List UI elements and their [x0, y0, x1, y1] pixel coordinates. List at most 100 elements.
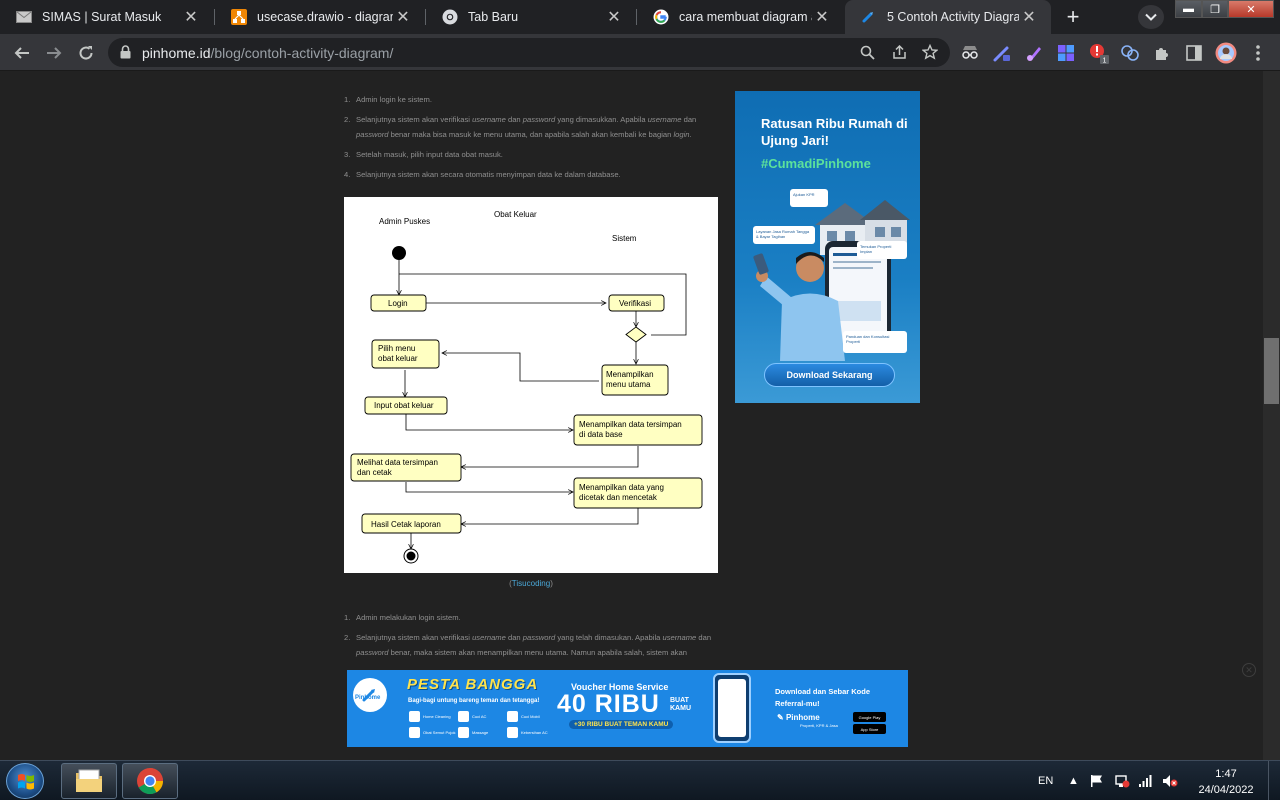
label-menampilkan-cetak-2: dicetak dan mencetak [579, 493, 658, 502]
label-hasil-cetak: Hasil Cetak laporan [371, 520, 441, 529]
extension-capture-icon[interactable] [1021, 40, 1047, 66]
service-item: Obat Semut Pojok [409, 724, 458, 740]
service-item: Cuci Mobil [507, 708, 556, 724]
close-icon[interactable]: ✕ [604, 7, 624, 27]
taskbar-chrome[interactable] [122, 763, 178, 799]
mail-icon [16, 9, 32, 25]
volume-muted-icon[interactable] [1162, 761, 1178, 800]
extension-translate-icon[interactable] [1117, 40, 1143, 66]
label-menampilkan-data-2: di data base [579, 430, 623, 439]
action-center-flag-icon[interactable] [1090, 761, 1104, 800]
address-bar[interactable]: pinhome.id/blog/contoh-activity-diagram/ [108, 38, 950, 67]
tab-google-search[interactable]: cara membuat diagram acti ✕ [637, 0, 844, 34]
side-ad-hashtag: #CumadiPinhome [761, 156, 871, 171]
label-menampilkan-cetak-1: Menampilkan data yang [579, 483, 664, 492]
app-store-badge[interactable]: App Store [853, 724, 886, 734]
side-ad-card-panduan: Panduan dan Konsultasi Properti [843, 331, 907, 353]
page-scrollbar[interactable] [1263, 71, 1280, 760]
label-login: Login [388, 299, 408, 308]
forward-button[interactable] [41, 40, 67, 66]
google-play-badge[interactable]: Google Play [853, 712, 886, 722]
banner-tagline: Bagi-bagi untung bareng teman dan tetang… [408, 698, 540, 704]
network-warning-icon[interactable] [1114, 761, 1130, 800]
tab-new[interactable]: Tab Baru ✕ [426, 0, 636, 34]
extension-pen-icon[interactable] [989, 40, 1015, 66]
close-icon[interactable]: ✕ [393, 7, 413, 27]
tab-drawio[interactable]: usecase.drawio - diagrams.n ✕ [215, 0, 425, 34]
side-ad-headline: Ratusan Ribu Rumah di Ujung Jari! [761, 116, 908, 148]
list-number: 1. [344, 613, 351, 622]
bookmark-star-icon[interactable] [919, 41, 941, 63]
signal-icon[interactable] [1138, 761, 1152, 800]
back-button[interactable] [9, 40, 35, 66]
show-hidden-icons-button[interactable]: ▲ [1068, 761, 1079, 800]
label-pilih-menu-2: obat keluar [378, 354, 418, 363]
label-menampilkan-menu-1: Menampilkan [606, 370, 654, 379]
side-panel-icon[interactable] [1181, 40, 1207, 66]
start-button[interactable] [6, 763, 44, 799]
tab-search-button[interactable] [1138, 5, 1164, 29]
zoom-icon[interactable] [856, 41, 878, 63]
tab-title: cara membuat diagram acti [679, 10, 812, 24]
show-desktop-button[interactable] [1268, 761, 1280, 800]
list-text: . [689, 130, 692, 139]
download-now-button[interactable]: Download Sekarang [764, 363, 895, 387]
language-indicator[interactable]: EN [1038, 761, 1053, 800]
close-icon[interactable]: ✕ [1019, 7, 1039, 27]
caption-link[interactable]: Tisucoding [512, 579, 550, 588]
side-ad-banner[interactable]: Ratusan Ribu Rumah di Ujung Jari! #Cumad… [735, 91, 920, 403]
folder-icon [76, 769, 102, 792]
tab-title: SIMAS | Surat Masuk [42, 10, 162, 24]
list-text: Setelah masuk, pilih input data obat mas… [356, 150, 503, 159]
banner-pinhome-logo: ✎ Pinhome [777, 713, 820, 722]
close-icon[interactable]: ✕ [181, 7, 201, 27]
steps-list-1: 1. Admin login ke sistem. 2. Selanjutnya si… [344, 92, 724, 187]
list-text: Admin login ke sistem. [356, 95, 432, 104]
list-text: Admin melakukan login sistem. [356, 613, 461, 622]
drawio-icon [231, 9, 247, 25]
tab-title: Tab Baru [468, 10, 519, 24]
tab-simas[interactable]: SIMAS | Surat Masuk ✕ [0, 0, 213, 34]
windows-logo-icon [18, 774, 34, 790]
ad-close-button[interactable]: ✕ [1242, 663, 1256, 677]
tab-active-pinhome[interactable]: 5 Contoh Activity Diagram ✕ [845, 0, 1051, 34]
list-number: 2. [344, 633, 351, 642]
chrome-icon [442, 9, 458, 25]
bottom-ad-banner[interactable]: Pinhome PESTA BANGGA Bagi-bagi untung ba… [347, 670, 908, 747]
banner-event-title: PESTA BANGGA [407, 676, 539, 693]
list-text: dan [505, 115, 523, 124]
taskbar-clock[interactable]: 1:47 24/04/2022 [1188, 766, 1264, 798]
close-icon[interactable]: ✕ [812, 7, 832, 27]
side-ad-card-jasa: Layanan Jasa Rumah Tangga & Bayar Tagiha… [753, 226, 815, 244]
extension-alert-icon[interactable]: 1 [1085, 40, 1111, 66]
tab-title: usecase.drawio - diagrams.n [257, 10, 393, 24]
taskbar-explorer[interactable] [61, 763, 117, 799]
clock-date: 24/04/2022 [1198, 784, 1254, 796]
maximize-button[interactable]: ❐ [1202, 0, 1228, 18]
banner-brand: Pinhome [355, 695, 381, 701]
list-number: 2. [344, 115, 351, 124]
reload-button[interactable] [73, 40, 99, 66]
list-number: 4. [344, 170, 351, 179]
chevron-down-icon [1145, 13, 1157, 21]
extension-grid-icon[interactable] [1053, 40, 1079, 66]
scrollbar-thumb[interactable] [1264, 338, 1279, 404]
italic-term: username [647, 115, 682, 124]
extensions-puzzle-icon[interactable] [1149, 40, 1175, 66]
chrome-menu-button[interactable] [1245, 40, 1271, 66]
list-text: benar, maka sistem akan menampilkan menu… [388, 648, 687, 657]
profile-avatar[interactable] [1213, 40, 1239, 66]
new-tab-button[interactable]: + [1059, 4, 1087, 30]
steps-list-2: 1. Admin melakukan login sistem. 2. Selanju… [344, 610, 724, 665]
lane-label-admin: Admin Puskes [379, 217, 430, 226]
arrow-left-icon [14, 47, 29, 59]
close-window-button[interactable]: ✕ [1228, 0, 1274, 18]
diagram-title: Obat Keluar [494, 210, 537, 219]
share-icon[interactable] [888, 41, 910, 63]
side-ad-card-kpr: Ajukan KPR [790, 189, 828, 207]
minimize-button[interactable]: ▬ [1175, 0, 1202, 18]
pinhome-icon [861, 9, 877, 25]
italic-term: password [522, 115, 556, 124]
extension-spy-icon[interactable] [957, 40, 983, 66]
google-icon [653, 9, 669, 25]
